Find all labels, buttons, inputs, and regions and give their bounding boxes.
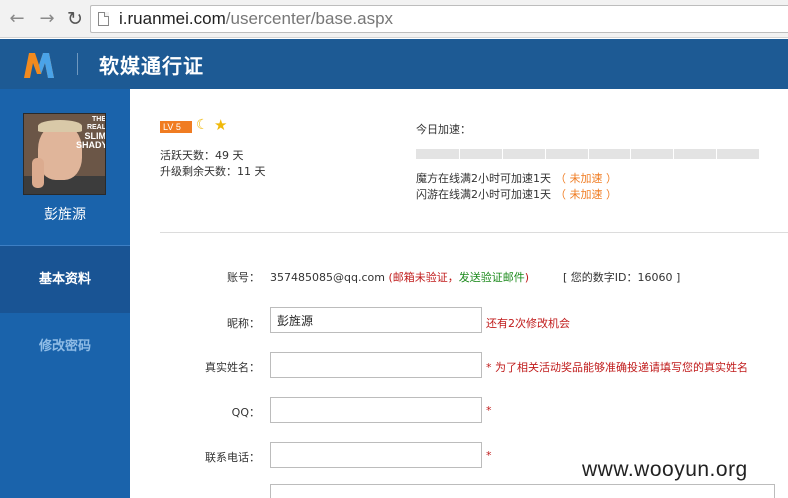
qq-required-mark: * — [486, 404, 492, 417]
realname-label: 真实姓名： — [205, 361, 260, 374]
sidebar-item-basic-info[interactable]: 基本资料 — [0, 245, 130, 313]
section-divider — [160, 232, 788, 233]
send-verify-email-link[interactable]: 发送验证邮件 — [459, 271, 525, 284]
sidebar-item-change-password[interactable]: 修改密码 — [0, 313, 130, 381]
account-info: 357485085@qq.com (邮箱未验证，发送验证邮件) — [270, 269, 529, 285]
url-path: /usercenter/base.aspx — [225, 9, 394, 28]
url-text[interactable]: i.ruanmei.com/usercenter/base.aspx — [119, 9, 393, 29]
verify-close: ) — [524, 271, 530, 284]
email-unverified-msg: 邮箱未验证， — [392, 271, 459, 284]
avatar-text-small: THE REAL — [86, 116, 106, 131]
realname-input[interactable] — [270, 352, 482, 378]
speedup-progress-bar — [416, 149, 759, 159]
avatar[interactable]: THE REAL SLIM SHADY — [23, 113, 106, 195]
upgrade-days: 升级剩余天数：11 天 — [160, 165, 266, 178]
progress-tick — [459, 149, 460, 159]
url-host: i.ruanmei.com — [119, 9, 226, 28]
progress-tick — [502, 149, 503, 159]
speedup-line-mofang: 魔方在线满2小时可加速1天 （ 未加速 ） — [416, 170, 617, 186]
sidebar: THE REAL SLIM SHADY 彭旌源 基本资料 修改密码 — [0, 89, 130, 498]
site-header: 软媒通行证 — [0, 39, 788, 89]
nickname-input[interactable] — [270, 307, 482, 333]
nickname-label: 昵称： — [227, 317, 260, 330]
address-bar[interactable]: i.ruanmei.com/usercenter/base.aspx — [90, 5, 788, 33]
speedup-line-text: 闪游在线满2小时可加速1天 — [416, 188, 551, 201]
account-label: 账号： — [227, 271, 260, 284]
speedup-label: 今日加速： — [416, 123, 471, 136]
qq-input[interactable] — [270, 397, 482, 423]
moon-icon: ☾ — [196, 117, 209, 133]
back-arrow-icon[interactable]: ← — [6, 8, 28, 30]
reload-icon[interactable]: ↻ — [64, 8, 86, 30]
progress-tick — [716, 149, 717, 159]
realname-hint: * 为了相关活动奖品能够准确投递请填写您的真实姓名 — [486, 361, 748, 374]
page-icon — [98, 12, 109, 26]
phone-required-mark: * — [486, 449, 492, 462]
progress-tick — [588, 149, 589, 159]
sidebar-username: 彭旌源 — [44, 207, 86, 223]
address-textarea[interactable] — [270, 484, 775, 498]
active-days: 活跃天数：49 天 — [160, 149, 244, 162]
nickname-hint: 还有2次修改机会 — [486, 317, 570, 330]
progress-tick — [545, 149, 546, 159]
star-icon: ★ — [214, 116, 228, 134]
qq-label: QQ： — [231, 406, 260, 419]
phone-input[interactable] — [270, 442, 482, 468]
level-badge: LV 5 — [160, 121, 192, 133]
numeric-id: [ 您的数字ID：16060 ] — [563, 271, 681, 284]
header-divider — [77, 53, 78, 75]
progress-tick — [630, 149, 631, 159]
account-email: 357485085@qq.com — [270, 271, 385, 284]
avatar-album-text: THE REAL SLIM SHADY — [76, 116, 106, 150]
speedup-status: （ 未加速 ） — [555, 172, 617, 185]
watermark: www.wooyun.org — [582, 458, 748, 481]
browser-toolbar: ← → ↻ i.ruanmei.com/usercenter/base.aspx — [0, 0, 788, 38]
avatar-hand — [32, 158, 44, 188]
verify-open: ( — [384, 271, 393, 284]
speedup-line-text: 魔方在线满2小时可加速1天 — [416, 172, 551, 185]
ruanmei-logo[interactable] — [22, 47, 56, 81]
phone-label: 联系电话： — [205, 451, 260, 464]
speedup-line-shanyou: 闪游在线满2小时可加速1天 （ 未加速 ） — [416, 186, 617, 202]
forward-arrow-icon[interactable]: → — [36, 8, 58, 30]
site-title: 软媒通行证 — [99, 54, 204, 78]
speedup-status: （ 未加速 ） — [555, 188, 617, 201]
progress-tick — [673, 149, 674, 159]
avatar-text-small2: SHADY — [76, 140, 106, 150]
